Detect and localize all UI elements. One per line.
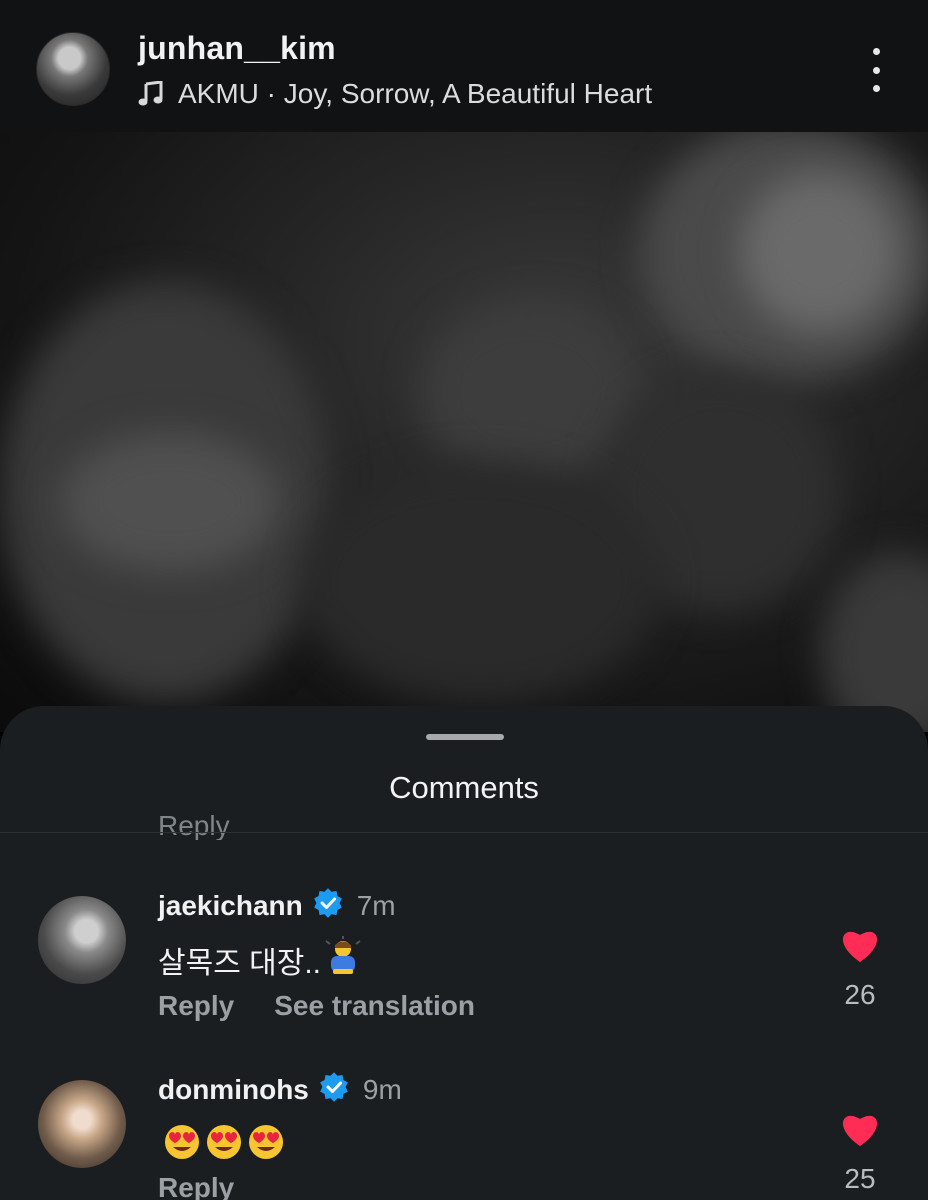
comments-sheet: Comments Reply jaekichann 7m 살목즈 대장.. Re… (0, 706, 928, 1200)
commenter-username[interactable]: donminohs (158, 1074, 309, 1106)
commenter-avatar[interactable] (38, 1080, 126, 1168)
comment-body: 살목즈 대장.. (158, 947, 322, 980)
more-options-button[interactable] (860, 48, 892, 92)
post-header: junhan__kim AKMU · Joy, Sorrow, A Beauti… (0, 0, 928, 132)
heart-icon (839, 926, 881, 969)
like-button[interactable]: 25 (836, 1110, 884, 1195)
heart-eyes-emoji-icon (164, 1124, 200, 1168)
person-bowing-emoji-icon (323, 936, 363, 984)
photo-shape (300, 462, 660, 702)
commenter-username[interactable]: jaekichann (158, 890, 303, 922)
comment-text: 살목즈 대장.. (158, 936, 363, 984)
profile-avatar[interactable] (36, 32, 110, 106)
commenter-avatar[interactable] (38, 896, 126, 984)
photo-shape (60, 432, 280, 572)
heart-eyes-emoji-icon (206, 1124, 242, 1168)
music-label: AKMU · Joy, Sorrow, A Beautiful Heart (178, 78, 653, 109)
more-dot-icon (872, 66, 880, 74)
like-button[interactable]: 26 (836, 926, 884, 1011)
heart-eyes-emoji-icon (248, 1124, 284, 1168)
photo-shape (820, 552, 928, 732)
like-count: 25 (844, 1163, 876, 1194)
verified-badge-icon (319, 1072, 349, 1107)
comment-text (158, 1124, 284, 1168)
comment-time: 7m (356, 889, 396, 921)
truncated-reply-text: Reply (158, 810, 230, 840)
like-count: 26 (844, 979, 876, 1010)
comments-title: Comments (389, 770, 539, 805)
header-divider (0, 832, 928, 833)
more-dot-icon (872, 85, 880, 92)
music-info[interactable]: AKMU · Joy, Sorrow, A Beautiful Heart (138, 76, 652, 112)
photo-shape (740, 172, 900, 332)
heart-icon (839, 1110, 881, 1153)
reply-button[interactable]: Reply (158, 990, 234, 1022)
reply-button[interactable]: Reply (158, 1172, 234, 1200)
post-photo[interactable] (0, 132, 928, 732)
comment-header: jaekichann 7m (158, 888, 396, 923)
post-username[interactable]: junhan__kim (138, 30, 336, 67)
sheet-drag-handle[interactable] (426, 734, 504, 740)
verified-badge-icon (313, 888, 343, 923)
see-translation-button[interactable]: See translation (274, 990, 475, 1022)
comment-actions: Reply (158, 1172, 234, 1200)
comment-header: donminohs 9m (158, 1072, 402, 1107)
music-note-icon (138, 81, 164, 107)
comment-time: 9m (362, 1073, 402, 1105)
truncated-reply-label: Reply (158, 810, 230, 840)
comment-actions: Reply See translation (158, 990, 475, 1022)
more-dot-icon (872, 48, 880, 55)
